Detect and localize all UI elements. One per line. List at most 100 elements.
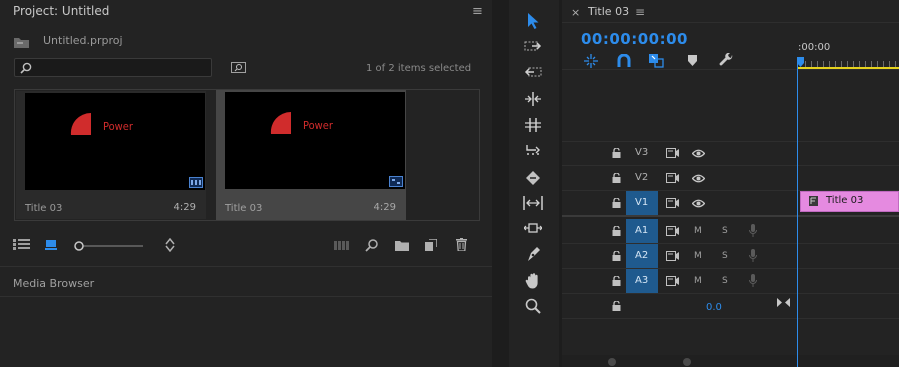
- insert-nest-icon[interactable]: [584, 54, 598, 68]
- track-a1[interactable]: A1 M S: [562, 219, 798, 243]
- microphone-icon[interactable]: [749, 249, 757, 262]
- close-tab-icon[interactable]: ×: [571, 6, 580, 19]
- automate-to-sequence-icon[interactable]: [334, 241, 349, 250]
- find-in-bin-icon[interactable]: [231, 62, 246, 73]
- rate-stretch-tool-icon[interactable]: [524, 118, 542, 132]
- add-marker-icon[interactable]: [688, 55, 697, 66]
- playhead-timecode[interactable]: 00:00:00:00: [581, 30, 688, 48]
- hand-tool-icon[interactable]: [525, 272, 541, 289]
- sequence-icon: [189, 177, 203, 188]
- lock-icon[interactable]: [612, 226, 621, 236]
- track-select-forward-icon[interactable]: [524, 40, 542, 52]
- lock-icon[interactable]: [612, 251, 621, 261]
- mute-button[interactable]: M: [694, 226, 702, 236]
- sync-lock-icon[interactable]: [666, 226, 679, 236]
- linked-selection-icon[interactable]: [649, 53, 664, 68]
- zoom-tool-icon[interactable]: [525, 298, 541, 314]
- track-target-v3[interactable]: V3: [625, 141, 657, 165]
- track-target-a3[interactable]: A3: [626, 269, 658, 293]
- track-a3[interactable]: A3 M S: [562, 269, 798, 293]
- sync-lock-icon[interactable]: [666, 173, 679, 183]
- red-shape: [270, 111, 291, 134]
- solo-button[interactable]: S: [722, 276, 728, 286]
- track-target-v1[interactable]: V1: [626, 191, 658, 215]
- tab-menu-icon[interactable]: ≡: [635, 6, 645, 19]
- eye-icon[interactable]: [692, 199, 705, 208]
- sync-lock-icon[interactable]: [666, 276, 679, 286]
- new-item-icon[interactable]: [425, 239, 437, 251]
- timeline-clip[interactable]: Title 03: [800, 191, 899, 212]
- solo-button[interactable]: S: [722, 226, 728, 236]
- lock-icon[interactable]: [612, 276, 621, 286]
- scroll-handle-right[interactable]: [683, 358, 691, 366]
- panel-gutter: [492, 0, 509, 367]
- ruler-divider: [562, 69, 899, 70]
- track-label: A2: [635, 250, 649, 261]
- selection-tool-icon[interactable]: [527, 12, 541, 30]
- go-to-in-out-icon[interactable]: [777, 298, 790, 307]
- search-icon: [20, 62, 32, 74]
- project-item-title03-b[interactable]: Power Title 03 4:29: [216, 90, 406, 220]
- microphone-icon[interactable]: [749, 274, 757, 287]
- thumbnail-text: Power: [103, 120, 133, 133]
- icon-view-icon[interactable]: [45, 239, 57, 250]
- playhead-handle[interactable]: [797, 57, 804, 67]
- track-master[interactable]: 0.0: [562, 294, 798, 318]
- pen-tool-icon[interactable]: [525, 246, 541, 262]
- microphone-icon[interactable]: [749, 224, 757, 237]
- fx-badge-icon: [809, 196, 818, 206]
- slide-tool-icon[interactable]: [523, 196, 543, 210]
- sort-icon[interactable]: [165, 238, 175, 252]
- mute-button[interactable]: M: [694, 276, 702, 286]
- eye-icon[interactable]: [692, 149, 705, 158]
- ripple-edit-tool-icon[interactable]: [524, 66, 542, 78]
- sync-lock-icon[interactable]: [666, 148, 679, 158]
- track-target-a1[interactable]: A1: [626, 219, 658, 243]
- project-item-title03-a[interactable]: Power Title 03 4:29: [16, 91, 206, 219]
- snap-icon[interactable]: [617, 54, 631, 67]
- track-target-a2[interactable]: A2: [626, 244, 658, 268]
- zoom-slider[interactable]: [73, 240, 143, 252]
- track-target-v2[interactable]: V2: [625, 166, 657, 190]
- new-bin-icon[interactable]: [395, 240, 409, 251]
- track-v1[interactable]: V1: [562, 191, 798, 215]
- track-v3[interactable]: V3: [562, 141, 798, 165]
- lock-icon[interactable]: [612, 301, 621, 311]
- timeline-panel: × Title 03 ≡ 00:00:00:00 :00:00 V3 V2 V1…: [562, 0, 899, 367]
- lock-icon[interactable]: [612, 148, 621, 158]
- search-input[interactable]: [14, 58, 212, 77]
- razor-tool-icon[interactable]: [524, 144, 542, 160]
- media-browser-title[interactable]: Media Browser: [13, 277, 94, 290]
- track-label: V2: [635, 172, 649, 183]
- track-label: V1: [635, 197, 649, 208]
- rolling-edit-tool-icon[interactable]: [524, 92, 542, 106]
- eye-icon[interactable]: [692, 174, 705, 183]
- selection-status: 1 of 2 items selected: [366, 63, 472, 74]
- lock-icon[interactable]: [612, 198, 621, 208]
- lock-icon[interactable]: [612, 173, 621, 183]
- master-volume-value[interactable]: 0.0: [706, 302, 722, 313]
- track-a2[interactable]: A2 M S: [562, 244, 798, 268]
- track-v2[interactable]: V2: [562, 166, 798, 190]
- trash-icon[interactable]: [456, 238, 467, 251]
- solo-button[interactable]: S: [722, 251, 728, 261]
- ruler-ticks: [805, 61, 899, 67]
- mute-button[interactable]: M: [694, 251, 702, 261]
- panel-gutter: [559, 0, 562, 367]
- list-view-icon[interactable]: [13, 239, 30, 250]
- ruler-start-label: :00:00: [798, 42, 831, 53]
- slide-edit-tool-icon[interactable]: [524, 221, 542, 235]
- video-audio-divider: [562, 215, 899, 217]
- item-name: Title 03: [225, 203, 263, 214]
- slip-tool-icon[interactable]: [525, 170, 541, 186]
- find-icon[interactable]: [365, 239, 378, 252]
- sync-lock-icon[interactable]: [666, 198, 679, 208]
- playhead-line[interactable]: [797, 58, 798, 367]
- horizontal-scrollbar[interactable]: [562, 355, 899, 367]
- timeline-settings-icon[interactable]: [719, 53, 733, 67]
- project-panel-title[interactable]: Project: Untitled: [13, 4, 109, 18]
- sequence-tab-title[interactable]: Title 03: [588, 5, 629, 18]
- scroll-handle-left[interactable]: [608, 358, 616, 366]
- sync-lock-icon[interactable]: [666, 251, 679, 261]
- panel-menu-icon[interactable]: ≡: [472, 5, 483, 18]
